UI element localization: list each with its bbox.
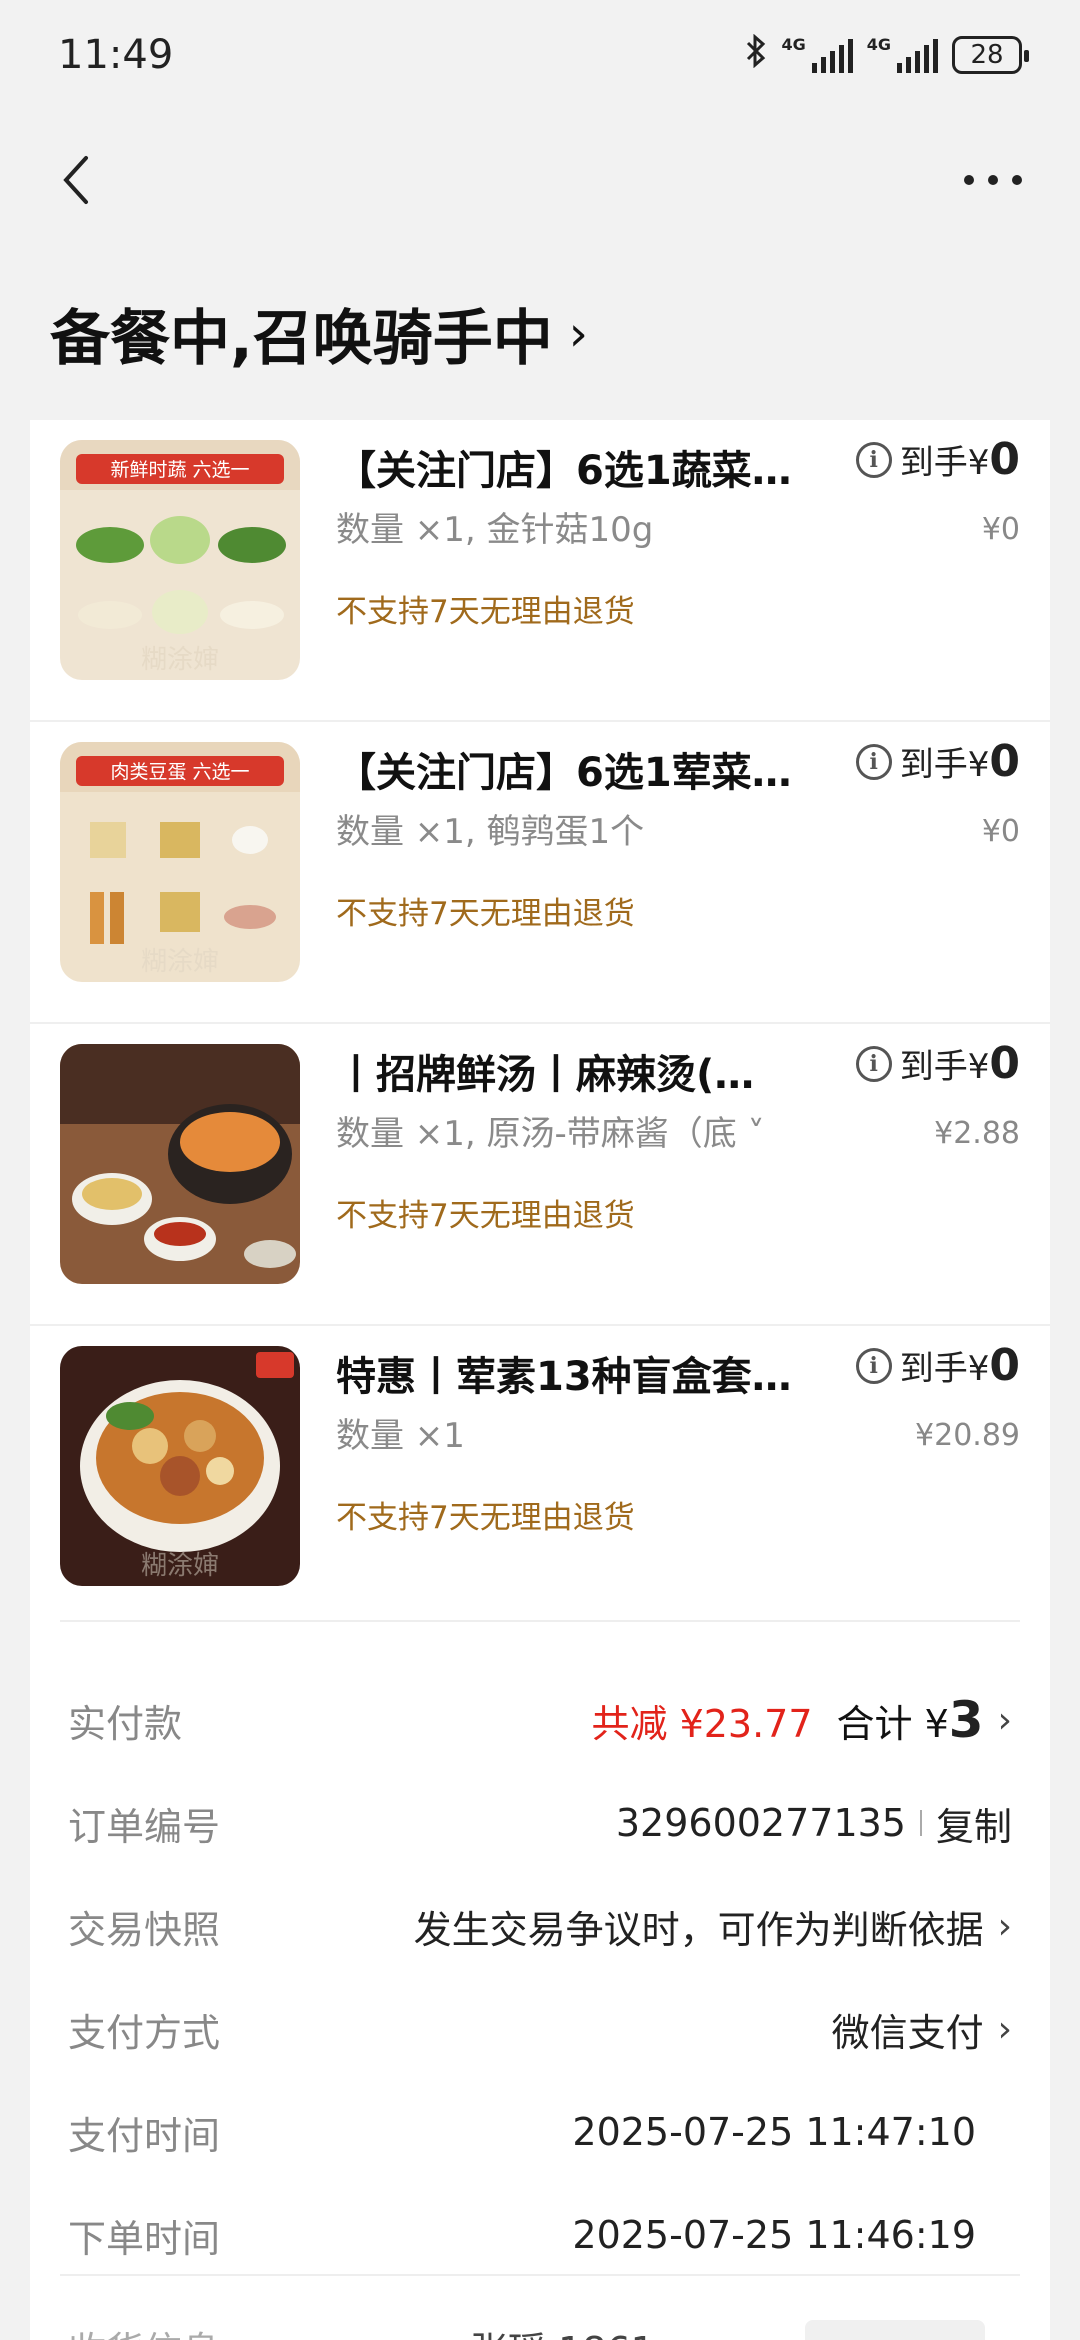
delivery-info-label: 收货信息 bbox=[68, 2320, 220, 2340]
return-policy-notice: 不支持7天无理由退货 bbox=[336, 1198, 635, 1234]
battery-icon: 28 bbox=[952, 36, 1029, 74]
order-time-value: 2025-07-25 11:46:19 bbox=[572, 2213, 976, 2257]
chevron-right-icon: › bbox=[568, 305, 588, 362]
original-price: ¥20.89 bbox=[915, 1418, 1020, 1453]
return-policy-notice: 不支持7天无理由退货 bbox=[336, 896, 635, 932]
order-number: 329600277135 bbox=[615, 1801, 906, 1845]
page-title: 备餐中,召唤骑手中 bbox=[50, 304, 553, 374]
paid-amount-row[interactable]: 实付款 共减 ¥23.77 合计 ¥3 › bbox=[68, 1680, 1012, 1760]
order-time-row: 下单时间 2025-07-25 11:46:19 bbox=[68, 2195, 1012, 2275]
return-policy-notice: 不支持7天无理由退货 bbox=[336, 1500, 635, 1536]
final-price-amount: 0 bbox=[989, 736, 1020, 787]
separator bbox=[919, 1810, 922, 1836]
item-spec[interactable]: 数量 ×1, 原汤-带麻酱（底 ˅ bbox=[336, 1106, 806, 1155]
total-amount: 3 bbox=[948, 1691, 984, 1749]
thumb-banner: 新鲜时蔬 六选一 bbox=[110, 459, 249, 481]
payment-method-row[interactable]: 支付方式 微信支付 › bbox=[68, 1989, 1012, 2069]
final-price-amount: 0 bbox=[989, 1340, 1020, 1391]
payment-time-label: 支付时间 bbox=[68, 2113, 221, 2158]
svg-text:糊涂婶: 糊涂婶 bbox=[141, 645, 219, 675]
info-icon: i bbox=[855, 441, 892, 478]
product-image: 糊涂婶 bbox=[60, 1346, 300, 1586]
payment-method-label: 支付方式 bbox=[68, 2010, 221, 2055]
thumb-banner: 肉类豆蛋 六选一 bbox=[110, 761, 249, 783]
final-price-amount: 0 bbox=[989, 434, 1020, 485]
battery-level: 28 bbox=[970, 40, 1004, 70]
original-price: ¥2.88 bbox=[934, 1116, 1020, 1151]
order-time-label: 下单时间 bbox=[68, 2216, 221, 2261]
svg-text:糊涂婶: 糊涂婶 bbox=[141, 1551, 219, 1581]
copy-button[interactable]: 复制 bbox=[936, 1796, 1012, 1851]
final-price[interactable]: i 到手¥ 0 bbox=[855, 434, 1020, 485]
order-card: 新鲜时蔬 六选一 糊涂婶 【关注门店】6选1蔬菜… 数量 ×1, 金针菇10g … bbox=[30, 420, 1050, 2340]
snapshot-row[interactable]: 交易快照 发生交易争议时，可作为判断依据 › bbox=[68, 1886, 1012, 1966]
order-item[interactable]: 丨招牌鲜汤丨麻辣烫(… 数量 ×1, 原汤-带麻酱（底 ˅ 不支持7天无理由退货… bbox=[30, 1024, 1050, 1326]
item-spec: 数量 ×1, 金针菇10g bbox=[336, 510, 654, 550]
bluetooth-icon bbox=[745, 33, 767, 76]
total-label: 合计 ¥ bbox=[836, 1702, 949, 1746]
more-horizontal-icon bbox=[964, 175, 974, 185]
svg-text:糊涂婶: 糊涂婶 bbox=[141, 947, 219, 977]
product-image: 肉类豆蛋 六选一 糊涂婶 bbox=[60, 742, 300, 982]
payment-method-value: 微信支付 bbox=[831, 2010, 984, 2055]
original-price: ¥0 bbox=[981, 512, 1020, 547]
info-icon: i bbox=[855, 743, 892, 780]
final-price[interactable]: i 到手¥ 0 bbox=[855, 1038, 1020, 1089]
chevron-right-icon: › bbox=[997, 2008, 1012, 2050]
chevron-right-icon: › bbox=[997, 1905, 1012, 1947]
cellular-signal-2-icon: 4G bbox=[867, 37, 938, 73]
order-number-row: 订单编号 329600277135 复制 bbox=[68, 1783, 1012, 1863]
snapshot-value: 发生交易争议时，可作为判断依据 bbox=[413, 1907, 984, 1952]
status-icons: 4G 4G 28 bbox=[745, 33, 1029, 76]
payment-time-row: 支付时间 2025-07-25 11:47:10 bbox=[68, 2092, 1012, 2172]
more-button[interactable] bbox=[964, 150, 1022, 210]
top-nav bbox=[0, 120, 1080, 240]
final-price-label: 到手¥ bbox=[899, 1349, 990, 1389]
final-price-label: 到手¥ bbox=[899, 443, 990, 483]
network-type-label: 4G bbox=[866, 35, 891, 54]
divider bbox=[60, 1620, 1020, 1622]
payment-time-value: 2025-07-25 11:47:10 bbox=[572, 2110, 976, 2154]
item-name: 特惠丨荤素13种盲盒套… bbox=[336, 1354, 792, 1400]
final-price-amount: 0 bbox=[989, 1038, 1020, 1089]
final-price-label: 到手¥ bbox=[899, 1047, 990, 1087]
final-price[interactable]: i 到手¥ 0 bbox=[855, 736, 1020, 787]
item-name: 丨招牌鲜汤丨麻辣烫(… bbox=[336, 1052, 755, 1098]
final-price-label: 到手¥ bbox=[899, 745, 990, 785]
network-type-label: 4G bbox=[781, 35, 806, 54]
delivery-info-value: 张瑶 1861… bbox=[470, 2320, 693, 2340]
paid-label: 实付款 bbox=[68, 1701, 183, 1746]
item-name: 【关注门店】6选1荤菜… bbox=[336, 750, 792, 796]
item-name: 【关注门店】6选1蔬菜… bbox=[336, 448, 792, 494]
back-button[interactable] bbox=[58, 150, 118, 210]
order-item[interactable]: 新鲜时蔬 六选一 糊涂婶 【关注门店】6选1蔬菜… 数量 ×1, 金针菇10g … bbox=[30, 420, 1050, 722]
divider bbox=[60, 2274, 1020, 2276]
return-policy-notice: 不支持7天无理由退货 bbox=[336, 594, 635, 630]
info-icon: i bbox=[855, 1347, 892, 1384]
item-spec: 数量 ×1 bbox=[336, 1416, 465, 1456]
item-spec: 数量 ×1, 鹌鹑蛋1个 bbox=[336, 812, 645, 852]
snapshot-label: 交易快照 bbox=[68, 1907, 221, 1952]
cellular-signal-1-icon: 4G bbox=[781, 35, 853, 73]
chevron-right-icon: › bbox=[997, 1699, 1012, 1741]
status-time: 11:49 bbox=[58, 32, 174, 78]
order-item[interactable]: 肉类豆蛋 六选一 糊涂婶 【关注门店】6选1荤菜… 数量 ×1, 鹌鹑蛋1个 不… bbox=[30, 722, 1050, 1024]
product-image bbox=[60, 1044, 300, 1284]
original-price: ¥0 bbox=[981, 814, 1020, 849]
discount-amount: 共减 ¥23.77 bbox=[591, 1701, 813, 1746]
order-item[interactable]: 糊涂婶 特惠丨荤素13种盲盒套… 数量 ×1 不支持7天无理由退货 i 到手¥ 0… bbox=[30, 1326, 1050, 1628]
order-number-label: 订单编号 bbox=[68, 1804, 221, 1849]
status-bar: 11:49 4G 4G 28 bbox=[0, 0, 1080, 110]
chevron-left-icon bbox=[63, 156, 88, 204]
info-icon: i bbox=[855, 1045, 892, 1082]
product-image: 新鲜时蔬 六选一 糊涂婶 bbox=[60, 440, 300, 680]
order-status-title[interactable]: 备餐中,召唤骑手中 › bbox=[50, 290, 588, 377]
delivery-info-chip[interactable] bbox=[805, 2320, 985, 2340]
final-price[interactable]: i 到手¥ 0 bbox=[855, 1340, 1020, 1391]
